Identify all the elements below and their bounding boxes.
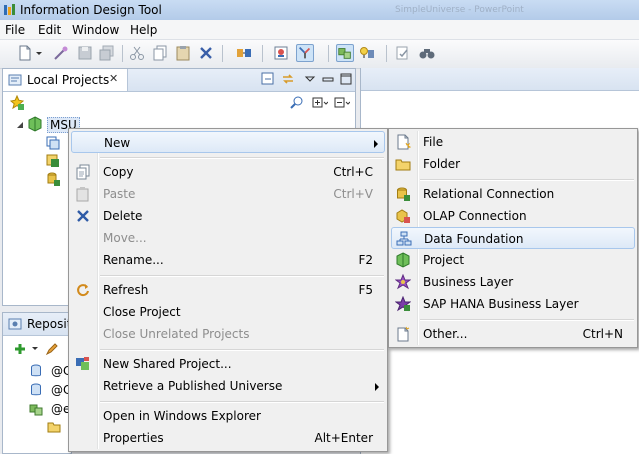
menu-file[interactable]: File [5,23,25,37]
shared-project-icon [76,357,89,370]
other-wizard-icon [397,326,410,342]
new-file-icon [397,134,411,150]
search-icon[interactable] [290,96,304,110]
menu-item-close-project[interactable]: Close Project [71,301,385,323]
connection-view-icon[interactable] [336,44,354,62]
data-foundation-file-icon[interactable] [45,135,61,151]
submenu-arrow-icon [374,140,378,148]
submenu-item-business-layer[interactable]: Business Layer [391,271,635,293]
submenu-item-file[interactable]: File [391,131,635,153]
tab-local-projects[interactable]: Local Projects ✕ [3,69,128,91]
menu-bar: File Edit Window Help [0,20,639,40]
collapse-all-icon[interactable] [261,72,275,86]
repository-icon [8,318,22,330]
title-bar[interactable]: Information Design Tool SimpleUniverse -… [0,0,639,20]
delete-toolbar-icon[interactable] [197,44,215,62]
edit-pencil-icon[interactable] [45,342,59,356]
menu-help[interactable]: Help [130,23,157,37]
new-submenu: File Folder Relational Connection OLAP C… [388,128,638,348]
close-view-icon[interactable]: ✕ [109,72,118,85]
check-integrity-icon[interactable] [235,44,253,62]
paste-toolbar-icon[interactable] [174,44,192,62]
menu-item-copy[interactable]: Copy Ctrl+C [71,161,385,183]
main-toolbar [0,40,639,69]
new-project-icon[interactable] [9,95,25,111]
refresh-icon [77,284,89,297]
menu-item-rename[interactable]: Rename... F2 [71,249,385,271]
submenu-arrow-icon [375,383,379,391]
submenu-item-project[interactable]: Project [391,249,635,271]
context-menu: New Copy Ctrl+C Paste Ctrl+V Delete Move… [68,128,388,452]
magic-wand-icon[interactable] [52,44,70,62]
repo-db-icon-1 [31,364,41,377]
link-with-editor-icon[interactable] [281,72,295,86]
menu-item-paste[interactable]: Paste Ctrl+V [71,183,385,205]
maximize-view-icon[interactable] [339,72,353,86]
submenu-item-data-foundation[interactable]: Data Foundation [391,227,635,249]
repository-view: Reposito @C @C @e [2,312,79,454]
submenu-item-folder[interactable]: Folder [391,153,635,175]
relational-connection-icon [397,187,410,201]
binoculars-icon[interactable] [418,44,436,62]
delete-icon [77,210,89,222]
local-projects-icon [8,74,22,86]
copy-toolbar-icon[interactable] [152,44,170,62]
background-window-title: SimpleUniverse - PowerPoint [395,5,524,15]
menu-window[interactable]: Window [72,23,119,37]
copy-icon [76,164,90,180]
menu-edit[interactable]: Edit [38,23,61,37]
menu-item-close-unrelated-projects[interactable]: Close Unrelated Projects [71,323,385,345]
menu-item-refresh[interactable]: Refresh F5 [71,279,385,301]
folder-icon [395,159,411,171]
validate-icon[interactable] [394,44,412,62]
submenu-item-relational-connection[interactable]: Relational Connection [391,183,635,205]
add-session-icon[interactable] [13,342,27,356]
business-layer-file-icon[interactable] [45,153,61,169]
local-projects-tabbar: Local Projects ✕ [3,69,355,92]
business-layer-icon [395,274,411,290]
window-title: Information Design Tool [20,3,162,17]
olap-connection-icon [396,209,410,223]
save-all-icon[interactable] [98,44,116,62]
editor-area-header [361,68,639,91]
menu-item-properties[interactable]: Properties Alt+Enter [71,427,385,449]
repo-folder-icon [47,422,61,433]
submenu-item-other[interactable]: Other... Ctrl+N [391,323,635,345]
menu-item-move[interactable]: Move... [71,227,385,249]
cut-icon[interactable] [128,44,146,62]
connection-file-icon[interactable] [45,171,61,187]
tree-expand-arrow-icon[interactable] [16,121,24,129]
app-logo-icon [4,4,15,15]
menu-item-retrieve-published-universe[interactable]: Retrieve a Published Universe [71,375,385,397]
project-icon [396,252,410,268]
repo-db-icon-2 [31,383,41,396]
new-dropdown-icon[interactable] [34,44,44,62]
repository-tabbar[interactable]: Reposito [3,313,79,336]
submenu-item-olap-connection[interactable]: OLAP Connection [391,205,635,227]
repo-session-icon [29,404,43,416]
new-icon[interactable] [16,44,34,62]
menu-item-new[interactable]: New [71,131,385,153]
save-icon[interactable] [76,44,94,62]
show-dependencies-icon[interactable] [272,44,290,62]
collapse-tree-icon[interactable] [334,96,350,110]
lightbulb-user-icon[interactable] [358,44,376,62]
hana-business-layer-icon [395,296,411,312]
view-menu-icon[interactable] [303,72,317,86]
minimize-view-icon[interactable] [321,72,335,86]
menu-item-delete[interactable]: Delete [71,205,385,227]
paste-icon [76,187,89,202]
add-dropdown-icon[interactable] [31,344,39,354]
data-foundation-icon [396,231,412,246]
submenu-item-sap-hana-business-layer[interactable]: SAP HANA Business Layer [391,293,635,315]
menu-item-open-in-windows-explorer[interactable]: Open in Windows Explorer [71,405,385,427]
query-panel-icon[interactable] [296,44,314,62]
expand-all-icon[interactable] [312,96,328,110]
project-folder-icon [28,116,42,132]
tab-local-projects-label: Local Projects [27,73,110,87]
menu-item-new-shared-project[interactable]: New Shared Project... [71,353,385,375]
